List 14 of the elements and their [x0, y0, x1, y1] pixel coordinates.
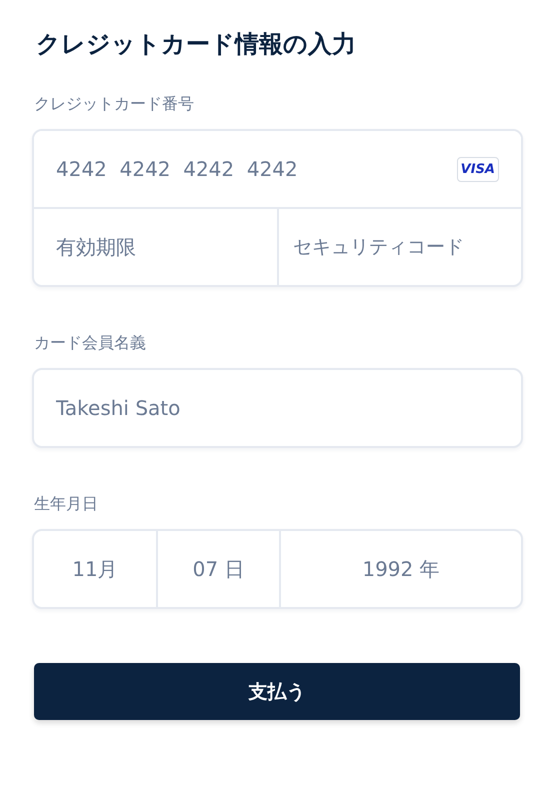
date-select[interactable]: 07 日	[156, 531, 279, 607]
security-code-field[interactable]: セキュリティコード	[277, 209, 521, 285]
page-title: クレジットカード情報の入力	[36, 29, 357, 60]
field-label: 生年月日	[34, 494, 99, 515]
field-label: カード会員名義	[34, 333, 147, 354]
card-number-input[interactable]: 4242 4242 4242 4242	[34, 131, 457, 207]
pay-button[interactable]: 支払う	[34, 663, 520, 720]
field-label: クレジットカード番号	[34, 94, 195, 115]
cardholder-name-field[interactable]: Takeshi Sato	[34, 370, 521, 446]
card-number-field[interactable]: 4242 4242 4242 4242 VISA	[34, 131, 521, 207]
date-select[interactable]: 1992 年	[279, 531, 521, 607]
expiry-field[interactable]: 有効期限	[34, 209, 277, 285]
date-select[interactable]: 11月	[34, 531, 156, 607]
card-brand-badge: VISA	[456, 156, 499, 182]
